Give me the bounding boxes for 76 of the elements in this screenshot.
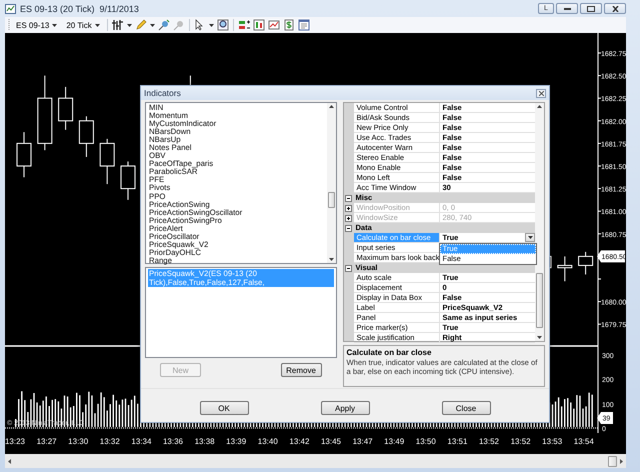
scroll-down-icon[interactable]: [537, 336, 542, 339]
maximize-button[interactable]: [580, 3, 602, 14]
collapse-icon[interactable]: [345, 194, 352, 202]
vertical-scrollbar[interactable]: [535, 103, 544, 341]
time-label: 13:45: [320, 437, 342, 446]
vertical-scrollbar[interactable]: [326, 103, 336, 263]
zoom-icon[interactable]: [216, 19, 229, 31]
dropdown-button[interactable]: [525, 233, 535, 242]
collapse-icon[interactable]: [345, 224, 352, 232]
close-button[interactable]: Close: [442, 401, 490, 415]
time-label: 13:52: [478, 437, 500, 446]
candle: [58, 86, 74, 130]
interval-dropdown[interactable]: 20 Tick: [63, 20, 103, 30]
time-label: 13:36: [162, 437, 184, 446]
scroll-left-icon[interactable]: [8, 458, 11, 464]
cursor-icon[interactable]: [194, 19, 206, 31]
scroll-down-icon[interactable]: [328, 258, 334, 261]
window-title: ES 09-13 (20 Tick) 9/11/2013: [20, 4, 140, 14]
caret-icon: [52, 24, 58, 26]
pin-icon[interactable]: [158, 19, 170, 31]
remove-button[interactable]: Remove: [280, 363, 322, 377]
chart-icon: [5, 4, 16, 14]
chart-split-icon[interactable]: [238, 19, 250, 31]
time-label: 13:30: [68, 437, 88, 446]
time-label: 13:39: [226, 437, 246, 446]
pencil-icon[interactable]: [134, 19, 147, 31]
scroll-up-icon[interactable]: [537, 105, 542, 108]
caret-icon: [208, 24, 214, 26]
scroll-up-icon[interactable]: [328, 105, 334, 108]
caret-icon: [94, 24, 100, 26]
collapse-icon[interactable]: [345, 264, 352, 272]
time-label: 13:32: [100, 437, 120, 446]
candle: [578, 251, 594, 275]
description-title: Calculate on bar close: [346, 348, 432, 357]
time-label: 13:34: [131, 437, 152, 446]
candle: [100, 138, 115, 185]
time-label: 13:54: [574, 437, 594, 446]
close-button[interactable]: [604, 3, 626, 14]
properties-icon[interactable]: [298, 19, 310, 31]
instrument-dropdown[interactable]: ES 09-13: [13, 20, 60, 30]
line-chart-icon[interactable]: [268, 19, 280, 31]
time-label: 13:38: [194, 437, 215, 446]
scroll-thumb[interactable]: [536, 273, 543, 328]
candle: [557, 256, 572, 282]
scroll-right-icon[interactable]: [620, 458, 623, 464]
close-icon: [538, 90, 544, 96]
caret-icon: [126, 24, 132, 26]
time-label: 13:52: [510, 437, 531, 446]
dollar-icon[interactable]: [282, 19, 295, 31]
dialog-title: Indicators: [144, 88, 181, 98]
time-label: 13:40: [258, 437, 278, 446]
horizontal-scrollbar[interactable]: [5, 454, 626, 468]
minimize-icon: [564, 7, 570, 10]
time-label: 13:47: [352, 437, 373, 446]
candle: [78, 116, 94, 158]
close-button[interactable]: [536, 88, 546, 98]
time-label: 13:27: [36, 437, 57, 446]
caret-icon: [150, 24, 155, 26]
bars-icon[interactable]: [112, 19, 124, 31]
caret-icon: [528, 236, 532, 239]
time-label: 13:51: [447, 437, 468, 446]
candle: [16, 132, 32, 178]
close-icon: [612, 6, 618, 12]
time-label: 13:50: [416, 437, 436, 446]
candle: [120, 160, 136, 200]
time-label: 13:23: [5, 437, 26, 446]
time-label: 13:53: [542, 437, 562, 446]
apply-button[interactable]: Apply: [320, 401, 370, 415]
scroll-thumb[interactable]: [328, 192, 335, 208]
time-label: 13:42: [289, 437, 310, 446]
minimize-button[interactable]: [556, 3, 578, 14]
maximize-icon: [587, 6, 595, 12]
scroll-thumb[interactable]: [608, 456, 617, 466]
time-label: 13:49: [384, 437, 404, 446]
indicator-icon[interactable]: [252, 19, 265, 31]
ok-button[interactable]: OK: [200, 401, 248, 415]
